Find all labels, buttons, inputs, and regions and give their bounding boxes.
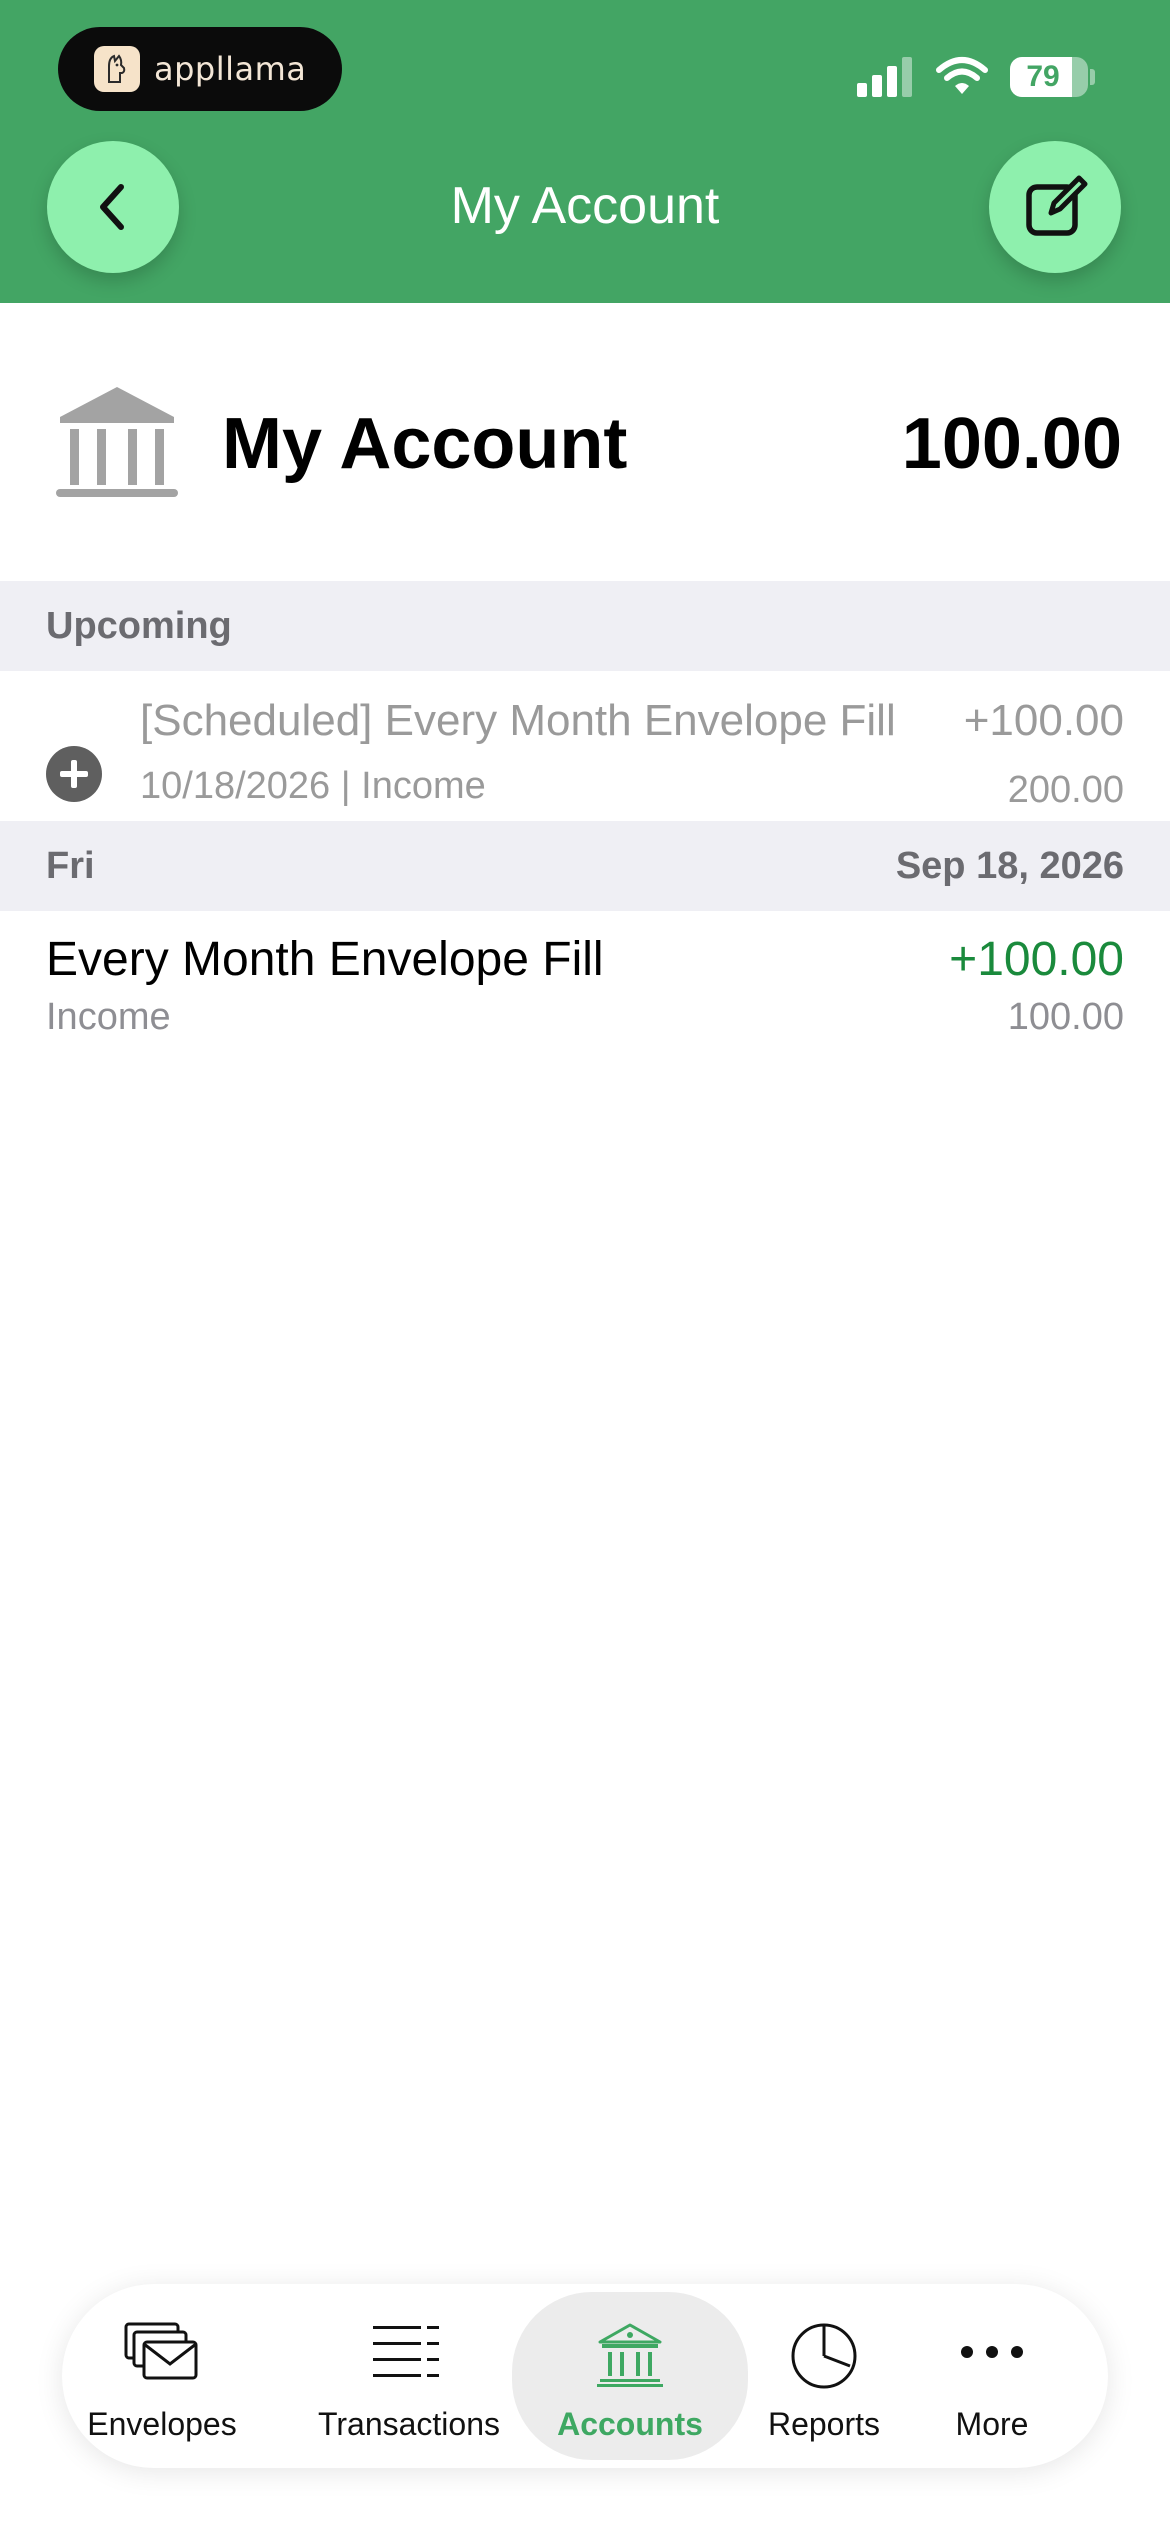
tab-bar: Envelopes Transactions Accounts Reports … bbox=[62, 2284, 1108, 2468]
scheduled-amount: +100.00 bbox=[963, 696, 1124, 745]
tab-envelopes[interactable]: Envelopes bbox=[82, 2292, 242, 2460]
plus-icon bbox=[60, 760, 88, 788]
scheduled-running-balance: 200.00 bbox=[1007, 769, 1124, 811]
account-summary: My Account 100.00 bbox=[0, 303, 1170, 581]
scheduled-title: [Scheduled] Every Month Envelope Fill bbox=[140, 696, 896, 745]
screen: appllama 79 My Account My Account 100.00… bbox=[0, 0, 1170, 2532]
upcoming-label: Upcoming bbox=[46, 605, 232, 647]
tab-transactions[interactable]: Transactions bbox=[318, 2292, 500, 2460]
transaction-amount: +100.00 bbox=[949, 933, 1124, 986]
day-section-header: Fri Sep 18, 2026 bbox=[0, 821, 1170, 911]
tab-reports[interactable]: Reports bbox=[744, 2292, 904, 2460]
edit-icon bbox=[1026, 175, 1088, 236]
battery-tip bbox=[1090, 69, 1095, 85]
chevron-left-icon bbox=[100, 184, 124, 230]
header: appllama 79 My Account bbox=[0, 0, 1170, 303]
bank-icon bbox=[56, 387, 178, 497]
llama-logo-icon bbox=[94, 46, 140, 92]
account-name: My Account bbox=[222, 404, 628, 484]
transaction-title: Every Month Envelope Fill bbox=[46, 933, 604, 986]
list-icon bbox=[373, 2326, 439, 2377]
tab-more-label: More bbox=[955, 2406, 1029, 2442]
transaction-category: Income bbox=[46, 996, 171, 1038]
battery-level: 79 bbox=[1026, 60, 1060, 93]
tab-envelopes-label: Envelopes bbox=[87, 2406, 237, 2442]
add-circle-icon[interactable] bbox=[46, 746, 102, 802]
upcoming-section-header: Upcoming bbox=[0, 581, 1170, 671]
envelopes-icon bbox=[124, 2322, 198, 2380]
weekday-label: Fri bbox=[46, 845, 95, 887]
account-balance: 100.00 bbox=[901, 404, 1122, 484]
tab-accounts[interactable]: Accounts bbox=[512, 2292, 748, 2460]
brand-name: appllama bbox=[154, 50, 307, 88]
status-brand-pill: appllama bbox=[58, 27, 342, 111]
transaction-row[interactable]: Every Month Envelope Fill +100.00 Income… bbox=[0, 910, 1170, 1050]
scheduled-meta: 10/18/2026 | Income bbox=[140, 765, 486, 807]
date-label: Sep 18, 2026 bbox=[895, 845, 1124, 887]
battery-icon: 79 bbox=[1010, 57, 1088, 97]
tab-transactions-label: Transactions bbox=[318, 2406, 500, 2442]
pie-chart-icon bbox=[791, 2323, 857, 2389]
wifi-icon bbox=[936, 57, 988, 94]
page-title: My Account bbox=[450, 177, 720, 235]
signal-icon bbox=[857, 57, 912, 97]
transaction-running-balance: 100.00 bbox=[1007, 996, 1124, 1038]
scheduled-transaction-row[interactable]: [Scheduled] Every Month Envelope Fill +1… bbox=[0, 671, 1170, 821]
edit-button[interactable] bbox=[989, 141, 1121, 273]
tab-reports-label: Reports bbox=[767, 2406, 881, 2442]
bank-icon bbox=[597, 2323, 663, 2387]
more-icon bbox=[961, 2346, 1023, 2358]
tab-more[interactable]: More bbox=[922, 2292, 1062, 2460]
back-button[interactable] bbox=[47, 141, 179, 273]
tab-accounts-label: Accounts bbox=[557, 2406, 703, 2442]
